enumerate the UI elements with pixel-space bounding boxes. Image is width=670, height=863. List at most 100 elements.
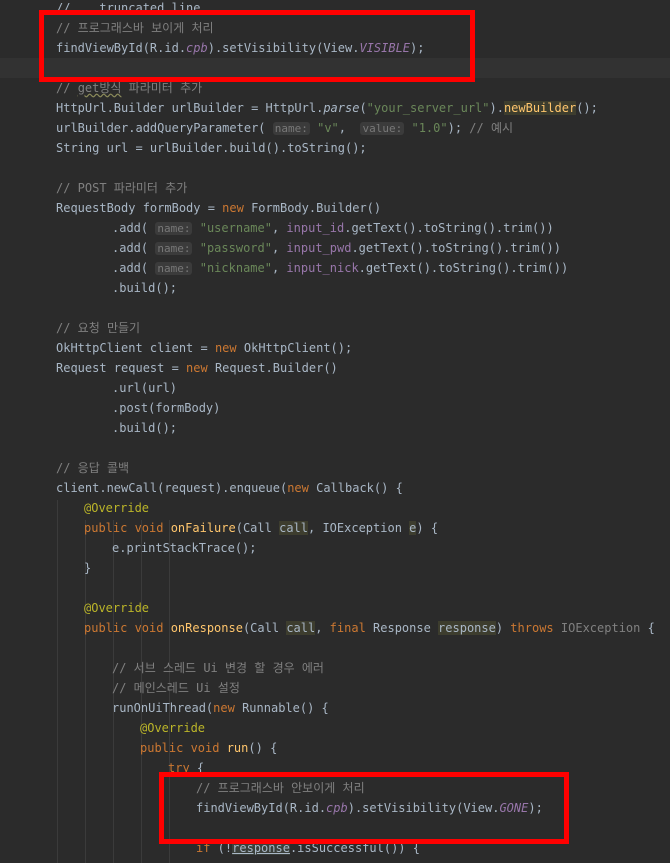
code-line[interactable]: .build(); [0,418,670,438]
code-token: (Call [242,621,287,635]
code-token: public void [84,621,171,635]
code-token: 파라미터 추가 [121,81,203,95]
code-line[interactable]: RequestBody formBody = new FormBody.Buil… [0,198,670,218]
code-token: parse [323,101,360,115]
code-token: , IOException [308,521,410,535]
code-token: runOnUiThread( [112,701,214,715]
code-line[interactable] [0,578,670,598]
code-token: Response [365,621,439,635]
code-line[interactable]: // POST 파라미터 추가 [0,178,670,198]
code-token: call [279,521,308,535]
parameter-hint: name: [155,262,193,275]
code-line[interactable]: .add( name: "nickname", input_nick.getTe… [0,258,670,278]
code-line[interactable] [0,438,670,458]
code-token: input_nick [286,261,359,275]
code-line[interactable]: Request request = new Request.Builder() [0,358,670,378]
code-line[interactable]: String url = urlBuilder.build().toString… [0,138,670,158]
code-token: response [438,621,496,635]
code-token: , [271,261,287,275]
code-token: @Override [84,501,150,515]
code-token: "password" [199,241,272,255]
code-line[interactable]: // 메인스레드 Ui 설정 [0,678,670,698]
code-token: .build(); [112,421,178,435]
code-token: "nickname" [199,261,272,275]
code-line[interactable]: } [0,558,670,578]
code-line[interactable]: // 서브 스레드 Ui 변경 할 경우 에러 [0,658,670,678]
parameter-hint: name: [272,122,310,135]
code-token: , [271,221,287,235]
code-token: final [329,621,366,635]
code-line[interactable]: public void run() { [0,738,670,758]
code-token: // [56,81,78,95]
code-line[interactable]: runOnUiThread(new Runnable() { [0,698,670,718]
code-token: , [271,241,287,255]
code-token: input_pwd [286,241,352,255]
code-line[interactable]: client.newCall(request).enqueue(new Call… [0,478,670,498]
code-token: public void [140,741,227,755]
code-token: .add( [112,241,156,255]
code-token: urlBuilder.addQueryParameter( [56,121,273,135]
code-line[interactable] [0,158,670,178]
code-line[interactable]: @Override [0,498,670,518]
code-line[interactable]: // 요청 만들기 [0,318,670,338]
code-token: OkHttpClient(); [236,341,353,355]
code-token: (Call [235,521,280,535]
code-token: "your_server_url" [366,101,490,115]
code-token: onFailure [170,521,236,535]
code-token: // 예시 [469,121,514,135]
code-token: new [213,701,235,715]
code-token: (); [576,101,598,115]
code-line[interactable]: .add( name: "password", input_pwd.getTex… [0,238,670,258]
parameter-hint: name: [155,222,193,235]
code-token: .getText().toString().trim()) [344,221,554,235]
code-token: Request.Builder() [207,361,338,375]
code-line[interactable]: .url(url) [0,378,670,398]
code-token: ) { [416,521,439,535]
code-token: e.printStackTrace(); [112,541,257,555]
code-token: throws [510,621,554,635]
code-line[interactable]: public void onResponse(Call call, final … [0,618,670,638]
code-token: .post(formBody) [112,401,221,415]
code-line[interactable]: e.printStackTrace(); [0,538,670,558]
parameter-hint: name: [155,242,193,255]
code-token: // 응답 콜백 [56,461,130,475]
code-token: .getText().toString().trim()) [358,261,569,275]
code-line[interactable]: HttpUrl.Builder urlBuilder = HttpUrl.par… [0,98,670,118]
code-line[interactable] [0,298,670,318]
code-editor[interactable]: // ...truncated line...// 프로그래스바 보이게 처리 f… [0,0,670,863]
code-token: () { [248,741,278,755]
code-line[interactable]: .build(); [0,278,670,298]
code-token: new [287,481,309,495]
code-line[interactable]: @Override [0,598,670,618]
code-line[interactable]: urlBuilder.addQueryParameter( name: "v",… [0,118,670,138]
code-line[interactable]: public void onFailure(Call call, IOExcep… [0,518,670,538]
code-line[interactable]: .post(formBody) [0,398,670,418]
code-token: ). [489,101,504,115]
code-token: Callback() { [308,481,403,495]
annotation-box-visible [39,10,475,82]
code-line[interactable]: @Override [0,718,670,738]
code-line[interactable]: .add( name: "username", input_id.getText… [0,218,670,238]
code-line[interactable] [0,638,670,658]
code-token: @Override [140,721,206,735]
code-token: .add( [112,261,156,275]
code-token: { [640,621,655,635]
code-token: RequestBody formBody = [56,201,223,215]
parameter-hint: value: [360,122,405,135]
code-token: @Override [84,601,150,615]
code-token: .url(url) [112,381,178,395]
code-token: get방식 [77,81,122,95]
code-token: new [186,361,208,375]
code-line[interactable]: // 응답 콜백 [0,458,670,478]
annotation-box-gone [159,772,569,844]
code-token: public void [84,521,171,535]
code-token: String url = urlBuilder.build().toString… [56,141,367,155]
code-token: input_id [286,221,345,235]
code-line[interactable]: OkHttpClient client = new OkHttpClient()… [0,338,670,358]
code-token: new [222,201,244,215]
code-token: "1.0" [411,121,448,135]
code-token: call [286,621,316,635]
